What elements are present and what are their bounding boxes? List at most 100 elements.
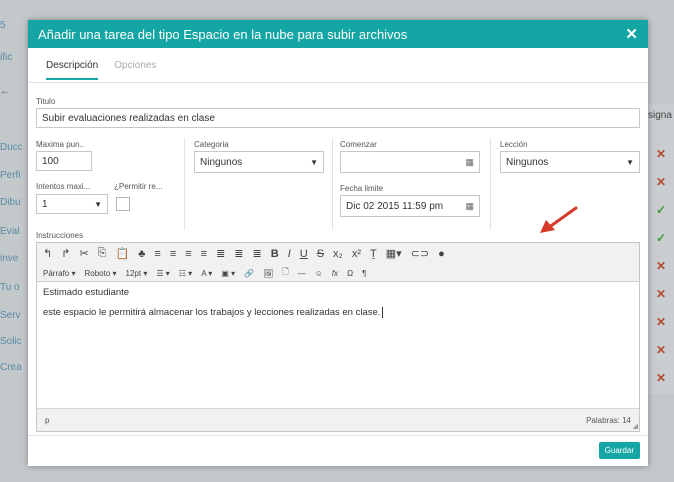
- formula-icon[interactable]: fx: [332, 269, 338, 278]
- cut-icon[interactable]: ✂: [79, 247, 88, 260]
- highlight-color-icon[interactable]: ▣ ▾: [221, 269, 235, 278]
- bg-status-mark: ✓: [655, 203, 666, 217]
- bold-icon[interactable]: B: [271, 248, 279, 260]
- bg-status-mark: ✕: [655, 147, 666, 161]
- max-puntos-label: Maxima pun..: [36, 140, 85, 149]
- calendar-icon[interactable]: ▦: [465, 157, 474, 168]
- chevron-down-icon: ▼: [310, 157, 318, 167]
- categoria-select[interactable]: Ningunos ▼: [194, 151, 324, 173]
- bg-left-item: inve: [0, 253, 19, 264]
- find-icon[interactable]: ♣: [138, 248, 145, 260]
- intentos-select[interactable]: 1 ▼: [36, 194, 108, 214]
- omega-icon[interactable]: Ω: [347, 269, 353, 278]
- horizontal-rule-icon[interactable]: —: [298, 269, 306, 278]
- underline-icon[interactable]: U: [300, 248, 308, 260]
- bg-status-mark: ✕: [655, 287, 666, 301]
- calendar-icon[interactable]: ▦: [465, 201, 474, 212]
- bg-left-item: ific: [0, 52, 13, 63]
- bg-status-mark: ✕: [655, 175, 666, 189]
- indent-icon[interactable]: ≣: [216, 247, 225, 260]
- bg-left-item: Dibu: [0, 197, 21, 208]
- redo-icon[interactable]: ↱: [61, 247, 70, 260]
- editor-content[interactable]: Estimado estudiante este espacio le perm…: [37, 282, 639, 324]
- comenzar-input[interactable]: ▦: [340, 151, 480, 173]
- leccion-select[interactable]: Ningunos ▼: [500, 151, 640, 173]
- font-family-dropdown[interactable]: Roboto ▾: [84, 269, 116, 278]
- bullet-list-icon[interactable]: ☰ ▾: [156, 269, 169, 278]
- source-code-icon[interactable]: ⊂⊃: [411, 247, 429, 260]
- instrucciones-label: Instrucciones: [36, 231, 84, 240]
- fecha-limite-value: Dic 02 2015 11:59 pm: [346, 200, 444, 212]
- emoticon-icon[interactable]: ☺: [315, 269, 323, 278]
- close-icon[interactable]: ✕: [625, 25, 638, 43]
- chevron-down-icon: ▼: [626, 157, 634, 167]
- tab-descripcion[interactable]: Descripción: [46, 60, 99, 80]
- bg-left-item: 5: [0, 20, 6, 31]
- bg-left-item: Perfi: [0, 170, 21, 181]
- outdent-icon[interactable]: ≣: [234, 247, 243, 260]
- italic-icon[interactable]: I: [288, 248, 291, 260]
- bg-left-item: Tu o: [0, 282, 20, 293]
- titulo-input[interactable]: Subir evaluaciones realizadas en clase: [36, 108, 640, 128]
- permitir-label: ¿Permitir re...: [114, 182, 163, 191]
- text-cursor: ​: [382, 307, 384, 318]
- leccion-label: Lección: [500, 140, 528, 149]
- align-right-icon[interactable]: ≡: [185, 248, 191, 260]
- dialog-tabs: Descripción Opciones: [28, 48, 648, 83]
- toolbar-row-1: ↰ ↱ ✂ ⎘ 📋 ♣ ≡ ≡ ≡ ≡ ≣ ≣ ≣ B I U S x₂ x² …: [43, 247, 445, 260]
- chevron-down-icon: ▼: [94, 199, 102, 209]
- permitir-checkbox[interactable]: [116, 197, 130, 211]
- red-arrow-icon: [540, 206, 578, 233]
- editor-line-2-text: este espacio le permitirá almacenar los …: [43, 307, 381, 318]
- word-count: Palabras: 14: [586, 415, 631, 425]
- bg-status-mark: ✕: [655, 315, 666, 329]
- blockquote-icon[interactable]: ≣: [253, 247, 262, 260]
- bg-left-item: Solic: [0, 336, 22, 347]
- help-icon[interactable]: ●: [438, 248, 445, 260]
- fecha-limite-input[interactable]: Dic 02 2015 11:59 pm ▦: [340, 195, 480, 217]
- clear-format-icon[interactable]: Ṯ: [370, 248, 377, 260]
- column-divider: [490, 138, 491, 230]
- editor-line-1: Estimado estudiante: [43, 287, 130, 298]
- column-divider: [184, 138, 185, 230]
- copy-icon[interactable]: ⎘: [98, 247, 107, 260]
- editor-line-2: este espacio le permitirá almacenar los …: [43, 306, 633, 320]
- tab-opciones[interactable]: Opciones: [114, 60, 156, 82]
- text-color-icon[interactable]: A ▾: [201, 269, 212, 278]
- subscript-icon[interactable]: x₂: [333, 248, 343, 260]
- comenzar-label: Comenzar: [340, 140, 377, 149]
- resize-handle-icon[interactable]: ◢: [633, 422, 638, 430]
- paragraph-mark-icon[interactable]: ¶: [362, 269, 366, 278]
- element-path[interactable]: p: [45, 416, 49, 425]
- bg-status-mark: ✕: [655, 343, 666, 357]
- dialog-title: Añadir una tarea del tipo Espacio en la …: [38, 26, 408, 42]
- table-icon[interactable]: ▦▾: [386, 247, 402, 260]
- leccion-value: Ningunos: [506, 156, 549, 168]
- link-icon[interactable]: 🔗: [244, 269, 254, 278]
- superscript-icon[interactable]: x²: [352, 248, 361, 260]
- undo-icon[interactable]: ↰: [43, 247, 52, 260]
- document-icon[interactable]: 🗋: [282, 266, 288, 280]
- titulo-label: Titulo: [36, 97, 56, 106]
- bg-status-mark: ✕: [655, 259, 666, 273]
- bg-back-arrow: ←: [0, 86, 10, 97]
- column-divider: [332, 138, 333, 230]
- save-button[interactable]: Guardar: [598, 442, 640, 459]
- paste-icon[interactable]: 📋: [115, 247, 129, 260]
- task-dialog: Añadir una tarea del tipo Espacio en la …: [28, 20, 648, 466]
- strikethrough-icon[interactable]: S: [317, 248, 324, 260]
- dialog-header: Añadir una tarea del tipo Espacio en la …: [28, 20, 648, 48]
- bg-left-item: Crea: [0, 362, 22, 373]
- fecha-limite-label: Fecha limite: [340, 184, 384, 193]
- align-justify-icon[interactable]: ≡: [201, 248, 207, 260]
- toolbar-row-2: Párrafo ▾ Roboto ▾ 12pt ▾ ☰ ▾ ☷ ▾ A ▾ ▣ …: [43, 266, 366, 280]
- font-size-dropdown[interactable]: 12pt ▾: [126, 269, 148, 278]
- rich-text-editor: ↰ ↱ ✂ ⎘ 📋 ♣ ≡ ≡ ≡ ≡ ≣ ≣ ≣ B I U S x₂ x² …: [36, 242, 640, 432]
- align-center-icon[interactable]: ≡: [170, 248, 176, 260]
- editor-toolbar: ↰ ↱ ✂ ⎘ 📋 ♣ ≡ ≡ ≡ ≡ ≣ ≣ ≣ B I U S x₂ x² …: [37, 243, 639, 282]
- max-puntos-input[interactable]: 100: [36, 151, 92, 171]
- numbered-list-icon[interactable]: ☷ ▾: [179, 269, 192, 278]
- align-left-icon[interactable]: ≡: [154, 248, 160, 260]
- image-icon[interactable]: 🖼: [263, 269, 273, 278]
- format-dropdown[interactable]: Párrafo ▾: [43, 269, 75, 278]
